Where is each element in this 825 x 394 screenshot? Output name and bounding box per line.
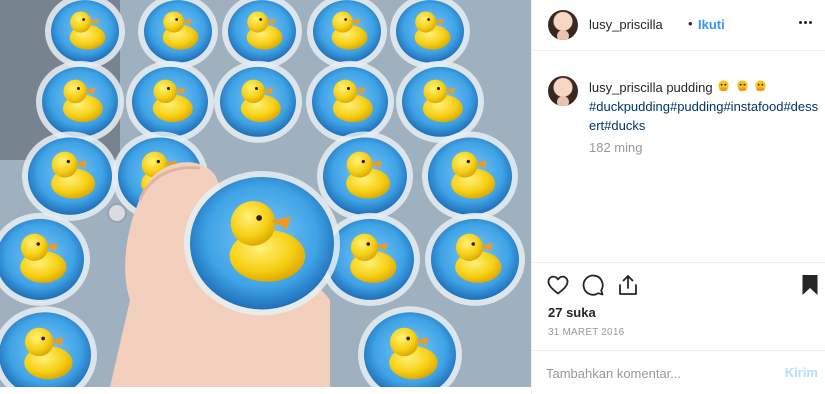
comment-input[interactable] [546, 363, 766, 383]
duck-face-emoji [737, 80, 748, 92]
instagram-post: lusy_priscilla • Ikuti lusy_priscilla pu… [0, 0, 825, 394]
follow-button[interactable]: Ikuti [698, 17, 725, 32]
duck-face-emoji [755, 80, 767, 92]
caption-username[interactable]: lusy_priscilla [589, 80, 663, 95]
ellipsis-icon[interactable] [794, 11, 816, 33]
comment-icon[interactable] [581, 273, 605, 297]
post-header: lusy_priscilla • Ikuti [532, 0, 825, 51]
caption-body: pudding [666, 80, 713, 95]
caption-time-ago[interactable]: 182 ming [589, 140, 642, 155]
post-date: 31 MARET 2016 [548, 327, 625, 338]
heart-icon[interactable] [546, 273, 570, 297]
likes-count[interactable]: 27 suka [548, 305, 596, 320]
duck-face-emoji [718, 80, 729, 92]
post-photo[interactable] [0, 0, 531, 387]
avatar[interactable] [548, 10, 578, 40]
comment-bar: Kirim [532, 350, 825, 394]
caption-emoji [716, 80, 768, 95]
caption-text: lusy_priscilla pudding #duckpudding#pudd… [589, 78, 819, 135]
header-username[interactable]: lusy_priscilla [589, 17, 663, 32]
post-actions: 27 suka 31 MARET 2016 [532, 262, 825, 346]
share-icon[interactable] [616, 273, 640, 297]
caption-hashtags[interactable]: #duckpudding#pudding#instafood#dessert#d… [589, 97, 819, 135]
duck-pudding-image [0, 0, 531, 387]
caption-avatar[interactable] [548, 76, 578, 106]
post-side-panel: lusy_priscilla • Ikuti lusy_priscilla pu… [531, 0, 825, 394]
bookmark-icon[interactable] [798, 273, 822, 297]
post-comment-button[interactable]: Kirim [785, 365, 818, 380]
header-separator: • [688, 16, 693, 31]
